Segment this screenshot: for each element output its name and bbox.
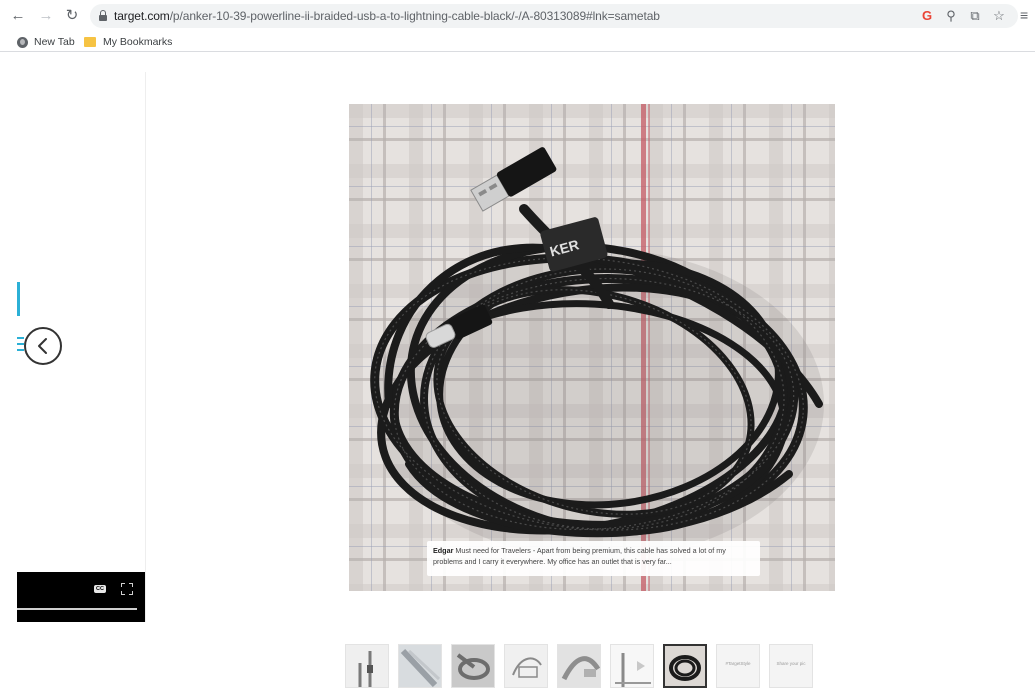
thumbnail-4[interactable] (504, 644, 548, 688)
address-bar[interactable]: target.com/p/anker-10-39-powerline-ii-br… (90, 4, 1018, 28)
bookmark-label: My Bookmarks (103, 36, 173, 48)
thumbnail-3[interactable] (451, 644, 495, 688)
thumbnail-share-your-pic[interactable]: Share your pic (769, 644, 813, 688)
previous-image-button[interactable] (24, 327, 62, 365)
thumbnail-5[interactable] (557, 644, 601, 688)
bookmark-new-tab[interactable]: New Tab (17, 34, 75, 50)
thumbnail-1[interactable] (345, 644, 389, 688)
thumbnail-label: #TargetStyle (725, 661, 751, 666)
reload-icon[interactable]: ↻ (62, 6, 82, 26)
star-icon[interactable]: ☆ (990, 7, 1008, 25)
bookmark-label: New Tab (34, 36, 75, 48)
chevron-left-icon (38, 338, 47, 354)
thumbnail-7-selected[interactable] (663, 644, 707, 688)
google-icon[interactable]: G (918, 7, 936, 25)
video-progress-bar[interactable] (17, 608, 137, 610)
thumbnail-2[interactable] (398, 644, 442, 688)
cable-photo: KER (349, 104, 835, 591)
lock-icon[interactable] (99, 10, 107, 21)
globe-icon (17, 36, 28, 48)
review-caption[interactable]: Edgar Must need for Travelers - Apart fr… (427, 541, 760, 576)
bookmarks-bar: New Tab My Bookmarks (0, 32, 1035, 52)
back-icon[interactable]: ← (8, 6, 28, 26)
main-product-image[interactable]: KER (349, 104, 835, 591)
thumbnail-label: Share your pic (776, 661, 806, 666)
accent-bar (17, 282, 20, 316)
browser-toolbar: ← → ↻ target.com/p/anker-10-39-powerline… (0, 0, 1035, 32)
zoom-icon[interactable]: ⚲ (942, 7, 960, 25)
fullscreen-icon[interactable] (121, 583, 133, 595)
thumbnail-6[interactable] (610, 644, 654, 688)
bookmark-my-bookmarks[interactable]: My Bookmarks (84, 34, 172, 50)
closed-captions-button[interactable]: CC (94, 585, 106, 593)
thumbnail-strip: #TargetStyle Share your pic (345, 644, 822, 690)
thumbnail-target-style[interactable]: #TargetStyle (716, 644, 760, 688)
forward-icon[interactable]: → (36, 6, 56, 26)
review-author: Edgar (433, 546, 454, 555)
video-controls[interactable]: CC (17, 572, 145, 622)
menu-icon[interactable]: ≡ (1020, 7, 1035, 25)
url-text[interactable]: target.com/p/anker-10-39-powerline-ii-br… (114, 9, 660, 23)
review-text: Must need for Travelers - Apart from bei… (433, 546, 726, 566)
share-icon[interactable]: ⧉ (966, 7, 984, 25)
folder-icon (84, 37, 96, 47)
